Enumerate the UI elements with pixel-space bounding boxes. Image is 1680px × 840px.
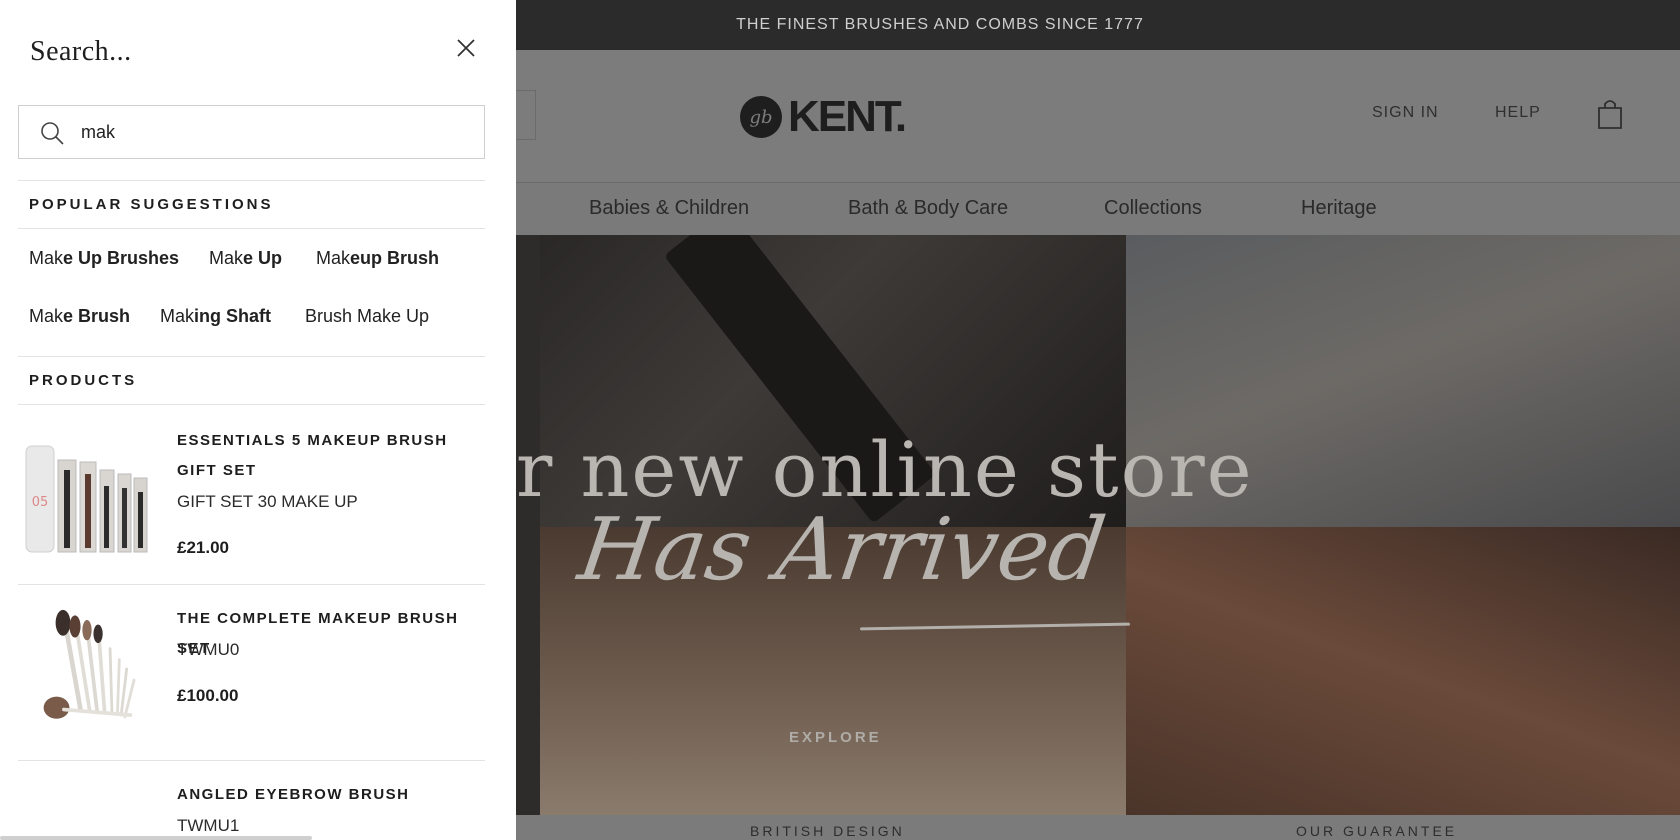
search-drawer-title: Search... xyxy=(30,36,132,67)
divider xyxy=(18,180,485,181)
product-item[interactable]: ANGLED EYEBROW BRUSH TWMU1 xyxy=(18,760,485,840)
search-icon xyxy=(41,122,64,145)
search-field[interactable] xyxy=(18,105,485,159)
product-item[interactable]: THE COMPLETE MAKEUP BRUSH SET TWMU0 £100… xyxy=(18,584,485,760)
suggestion-brush-make-up[interactable]: Brush Make Up xyxy=(305,306,429,327)
divider xyxy=(18,356,485,357)
products-heading: PRODUCTS xyxy=(29,372,138,389)
product-price: £21.00 xyxy=(177,538,229,557)
search-input[interactable] xyxy=(81,116,471,148)
suggestion-making-shaft[interactable]: Making Shaft xyxy=(160,306,271,327)
suggestion-make-brush[interactable]: Make Brush xyxy=(29,306,130,327)
divider xyxy=(18,228,485,229)
product-sku: GIFT SET 30 MAKE UP xyxy=(177,492,358,511)
product-thumbnail-label: 05 xyxy=(32,495,49,510)
product-thumbnail[interactable] xyxy=(24,608,150,728)
product-name[interactable]: ANGLED EYEBROW BRUSH xyxy=(177,780,477,810)
product-sku: TWMU0 xyxy=(177,640,240,659)
popular-suggestions-heading: POPULAR SUGGESTIONS xyxy=(29,196,274,213)
page: THE FINEST BRUSHES AND COMBS SINCE 1777 … xyxy=(0,0,1680,840)
product-sku: TWMU1 xyxy=(177,816,240,835)
product-price: £100.00 xyxy=(177,686,239,705)
horizontal-scrollbar[interactable] xyxy=(0,836,312,840)
suggestion-make-up[interactable]: Make Up xyxy=(209,248,282,269)
product-thumbnail[interactable]: 05 xyxy=(24,440,150,560)
product-item[interactable]: 05 ESSENTIALS 5 MAKEUP BRUSH GIFT SET GI… xyxy=(18,404,485,584)
suggestion-makeup-brush[interactable]: Makeup Brush xyxy=(316,248,439,269)
product-name[interactable]: ESSENTIALS 5 MAKEUP BRUSH GIFT SET xyxy=(177,426,477,486)
close-icon[interactable] xyxy=(452,34,480,62)
suggestion-make-up-brushes[interactable]: Make Up Brushes xyxy=(29,248,179,269)
search-drawer: Search... POPULAR SUGGESTIONS Make Up Br… xyxy=(0,0,516,840)
